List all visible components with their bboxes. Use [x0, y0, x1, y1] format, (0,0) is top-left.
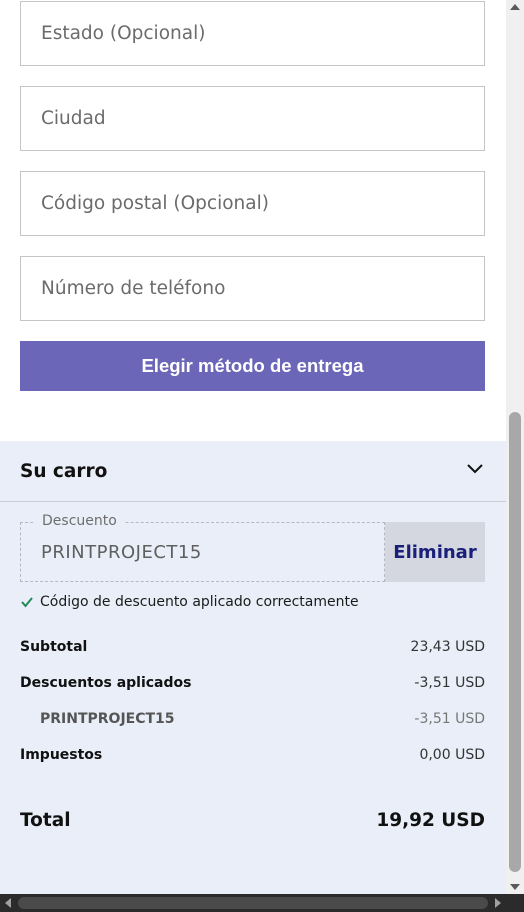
- discounts-row: Descuentos aplicados -3,51 USD: [20, 675, 485, 691]
- chevron-down-icon[interactable]: [466, 463, 484, 475]
- discount-code-value: PRINTPROJECT15: [41, 542, 202, 563]
- state-field-placeholder: Estado (Opcional): [41, 23, 206, 44]
- postal-code-field-placeholder: Código postal (Opcional): [41, 193, 269, 214]
- discounts-value: -3,51 USD: [414, 675, 485, 691]
- total-label: Total: [20, 810, 71, 831]
- phone-field[interactable]: Número de teléfono: [20, 256, 485, 321]
- vertical-scroll-thumb[interactable]: [509, 412, 521, 872]
- checkout-page: Estado (Opcional) Ciudad Código postal (…: [0, 0, 506, 894]
- postal-code-field[interactable]: Código postal (Opcional): [20, 171, 485, 236]
- scroll-left-icon[interactable]: [5, 898, 11, 908]
- discounts-label: Descuentos aplicados: [20, 675, 192, 691]
- subtotal-label: Subtotal: [20, 639, 88, 655]
- scroll-right-icon[interactable]: [495, 898, 501, 908]
- phone-field-placeholder: Número de teléfono: [41, 278, 226, 299]
- taxes-value: 0,00 USD: [419, 747, 485, 763]
- taxes-row: Impuestos 0,00 USD: [20, 747, 485, 763]
- checkmark-icon: [21, 597, 33, 608]
- taxes-label: Impuestos: [20, 747, 103, 763]
- scroll-up-icon[interactable]: [510, 4, 520, 10]
- discount-success-text: Código de descuento aplicado correctamen…: [40, 594, 359, 610]
- city-field-placeholder: Ciudad: [41, 108, 106, 129]
- city-field[interactable]: Ciudad: [20, 86, 485, 151]
- remove-discount-button[interactable]: Eliminar: [385, 522, 485, 582]
- cart-title: Su carro: [20, 460, 108, 482]
- discount-label: Descuento: [35, 513, 124, 529]
- total-value: 19,92 USD: [376, 810, 485, 831]
- vertical-scrollbar[interactable]: [506, 0, 524, 894]
- subtotal-value: 23,43 USD: [410, 639, 485, 655]
- discount-item-value: -3,51 USD: [414, 711, 485, 727]
- horizontal-scroll-thumb[interactable]: [18, 897, 488, 909]
- horizontal-scrollbar[interactable]: [0, 894, 524, 912]
- scrollbar-corner: [506, 894, 524, 912]
- total-row: Total 19,92 USD: [20, 810, 485, 831]
- discount-success-message: Código de descuento aplicado correctamen…: [20, 594, 359, 610]
- discount-field[interactable]: Descuento PRINTPROJECT15: [20, 513, 385, 582]
- scroll-down-icon[interactable]: [510, 884, 520, 890]
- discount-item-label: PRINTPROJECT15: [40, 711, 175, 727]
- state-field[interactable]: Estado (Opcional): [20, 1, 485, 66]
- cart-header[interactable]: Su carro: [0, 441, 506, 502]
- discount-item-row: PRINTPROJECT15 -3,51 USD: [20, 711, 485, 727]
- subtotal-row: Subtotal 23,43 USD: [20, 639, 485, 655]
- choose-delivery-method-button[interactable]: Elegir método de entrega: [20, 341, 485, 391]
- cart-section: Su carro Descuento PRINTPROJECT15 Elimin…: [0, 441, 506, 894]
